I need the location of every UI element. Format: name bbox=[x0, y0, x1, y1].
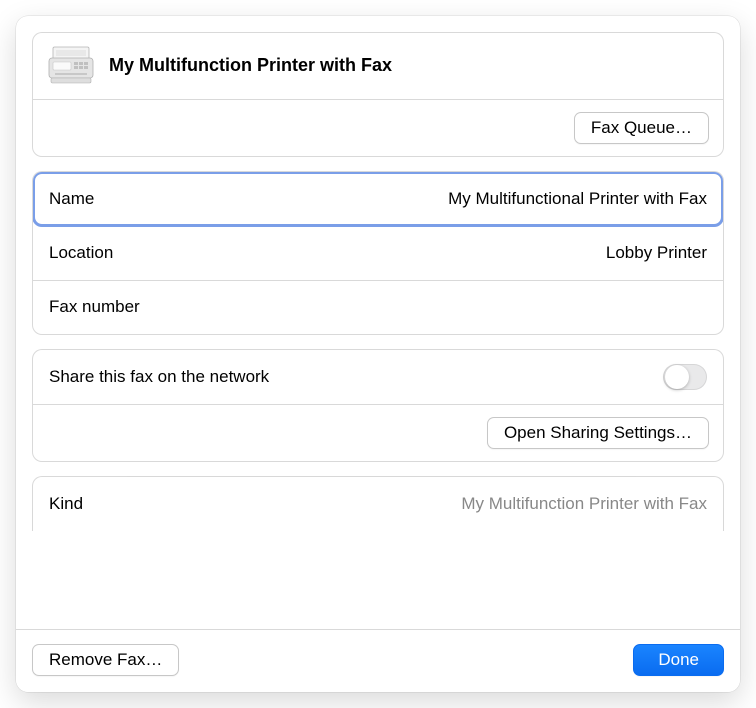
dialog-content: My Multifunction Printer with Fax Fax Qu… bbox=[16, 16, 740, 629]
fax-queue-label: Fax Queue… bbox=[591, 118, 692, 138]
name-label: Name bbox=[49, 189, 94, 209]
kind-card: Kind My Multifunction Printer with Fax bbox=[32, 476, 724, 531]
sharing-card: Share this fax on the network Open Shari… bbox=[32, 349, 724, 462]
switch-knob bbox=[665, 365, 689, 389]
fax-queue-button[interactable]: Fax Queue… bbox=[574, 112, 709, 144]
fax-machine-icon bbox=[47, 45, 95, 85]
kind-label: Kind bbox=[49, 494, 83, 514]
fax-options-dialog: My Multifunction Printer with Fax Fax Qu… bbox=[16, 16, 740, 692]
dialog-footer: Remove Fax… Done bbox=[16, 629, 740, 692]
open-sharing-label: Open Sharing Settings… bbox=[504, 423, 692, 443]
kind-value: My Multifunction Printer with Fax bbox=[461, 494, 707, 514]
done-button[interactable]: Done bbox=[633, 644, 724, 676]
share-label: Share this fax on the network bbox=[49, 367, 269, 387]
header-actions: Fax Queue… bbox=[33, 100, 723, 156]
share-toggle[interactable] bbox=[663, 364, 707, 390]
remove-fax-label: Remove Fax… bbox=[49, 650, 162, 670]
open-sharing-settings-button[interactable]: Open Sharing Settings… bbox=[487, 417, 709, 449]
name-row[interactable]: Name My Multifunctional Printer with Fax bbox=[33, 172, 723, 226]
header-card: My Multifunction Printer with Fax Fax Qu… bbox=[32, 32, 724, 157]
location-label: Location bbox=[49, 243, 113, 263]
details-card: Name My Multifunctional Printer with Fax… bbox=[32, 171, 724, 335]
remove-fax-button[interactable]: Remove Fax… bbox=[32, 644, 179, 676]
device-title: My Multifunction Printer with Fax bbox=[109, 55, 392, 76]
location-row[interactable]: Location Lobby Printer bbox=[33, 226, 723, 280]
location-value: Lobby Printer bbox=[606, 243, 707, 263]
header-top: My Multifunction Printer with Fax bbox=[33, 33, 723, 99]
kind-row: Kind My Multifunction Printer with Fax bbox=[33, 477, 723, 531]
fax-number-label: Fax number bbox=[49, 297, 140, 317]
done-label: Done bbox=[658, 650, 699, 670]
fax-number-row[interactable]: Fax number bbox=[33, 280, 723, 334]
share-row: Share this fax on the network bbox=[33, 350, 723, 404]
sharing-actions: Open Sharing Settings… bbox=[33, 404, 723, 461]
name-value: My Multifunctional Printer with Fax bbox=[448, 189, 707, 209]
